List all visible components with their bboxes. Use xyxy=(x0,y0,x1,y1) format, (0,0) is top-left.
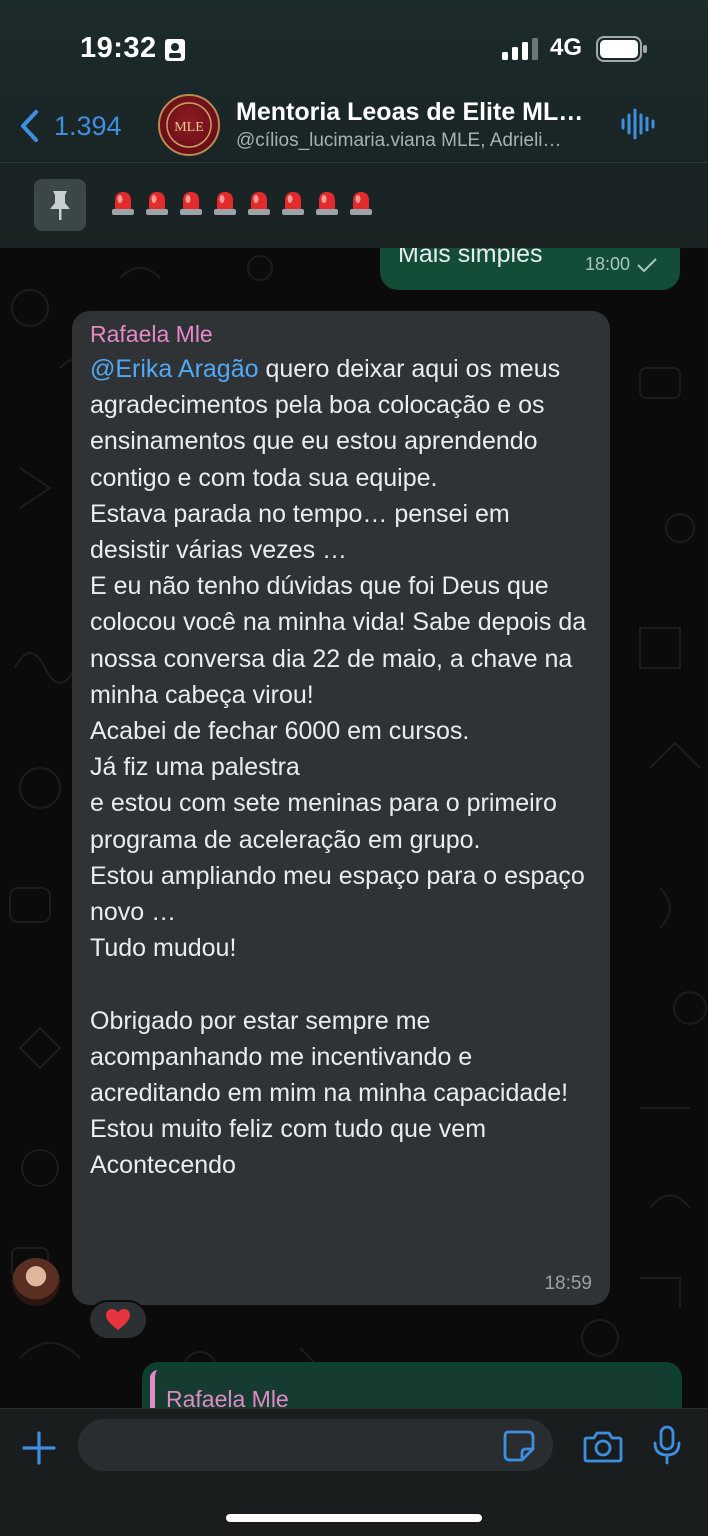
siren-emoji-icon xyxy=(316,192,338,215)
message-time: 18:59 xyxy=(544,1273,592,1294)
chat-area[interactable]: Mais simples 18:00 Rafaela Mle @Erika Ar… xyxy=(0,248,708,1408)
top-bar: 19:32 4G 1.394 MLE Mentoria Leoas de Eli… xyxy=(0,0,708,248)
outgoing-reply-message[interactable]: Rafaela Mle xyxy=(142,1362,682,1408)
sticker-icon[interactable] xyxy=(502,1429,536,1463)
message-text: Mais simples xyxy=(398,248,543,268)
message-time: 18:00 xyxy=(584,254,630,274)
group-title[interactable]: Mentoria Leoas de Elite ML… xyxy=(236,98,606,127)
status-bar: 19:32 4G xyxy=(0,28,708,72)
message-body: quero deixar aqui os meus agradecimentos… xyxy=(90,355,587,1180)
status-time: 19:32 xyxy=(80,32,157,64)
message-text: @Erika Aragão quero deixar aqui os meus … xyxy=(90,351,590,1184)
siren-emoji-icon xyxy=(146,192,168,215)
siren-emoji-icon xyxy=(112,192,134,215)
home-indicator[interactable] xyxy=(226,1514,482,1522)
network-type: 4G xyxy=(550,34,583,61)
unread-count: 1.394 xyxy=(54,110,122,141)
message-meta: 18:00 xyxy=(585,254,658,275)
plus-icon[interactable] xyxy=(22,1431,56,1465)
incoming-message[interactable]: Rafaela Mle @Erika Aragão quero deixar a… xyxy=(72,311,610,1305)
group-logo-icon: MLE xyxy=(166,102,212,148)
svg-text:MLE: MLE xyxy=(174,120,204,135)
mention-link[interactable]: @Erika Aragão xyxy=(90,355,259,383)
siren-emoji-icon xyxy=(282,192,304,215)
pin-icon xyxy=(50,191,70,220)
heart-icon xyxy=(106,1309,130,1330)
siren-emoji-icon xyxy=(180,192,202,215)
sender-avatar[interactable] xyxy=(12,1258,60,1306)
chat-header: 1.394 MLE Mentoria Leoas de Elite ML… @c… xyxy=(0,88,708,162)
battery-icon xyxy=(596,36,647,62)
outgoing-message[interactable]: Mais simples 18:00 xyxy=(380,248,680,290)
siren-emoji-icon xyxy=(214,192,236,215)
heart-reaction[interactable] xyxy=(88,1300,148,1340)
microphone-icon[interactable] xyxy=(652,1425,682,1465)
back-button[interactable]: 1.394 xyxy=(18,106,128,146)
message-input[interactable] xyxy=(78,1419,553,1471)
group-members[interactable]: @cílios_lucimaria.viana MLE, Adrieli… xyxy=(236,130,586,152)
sender-name[interactable]: Rafaela Mle xyxy=(90,321,213,348)
voice-chat-icon[interactable] xyxy=(620,106,656,142)
siren-emojis xyxy=(110,189,374,217)
siren-emoji-icon xyxy=(248,192,270,215)
chevron-left-icon xyxy=(21,110,38,142)
siren-emoji-icon xyxy=(350,192,372,215)
check-icon xyxy=(637,257,657,272)
pin-icon-box xyxy=(34,179,86,231)
signal-icon xyxy=(502,38,538,60)
quoted-sender: Rafaela Mle xyxy=(166,1386,289,1408)
id-card-icon xyxy=(165,39,185,61)
group-avatar[interactable]: MLE xyxy=(158,94,220,156)
composer-bar xyxy=(0,1408,708,1536)
pinned-message-bar[interactable] xyxy=(0,163,708,248)
camera-icon[interactable] xyxy=(583,1429,623,1463)
